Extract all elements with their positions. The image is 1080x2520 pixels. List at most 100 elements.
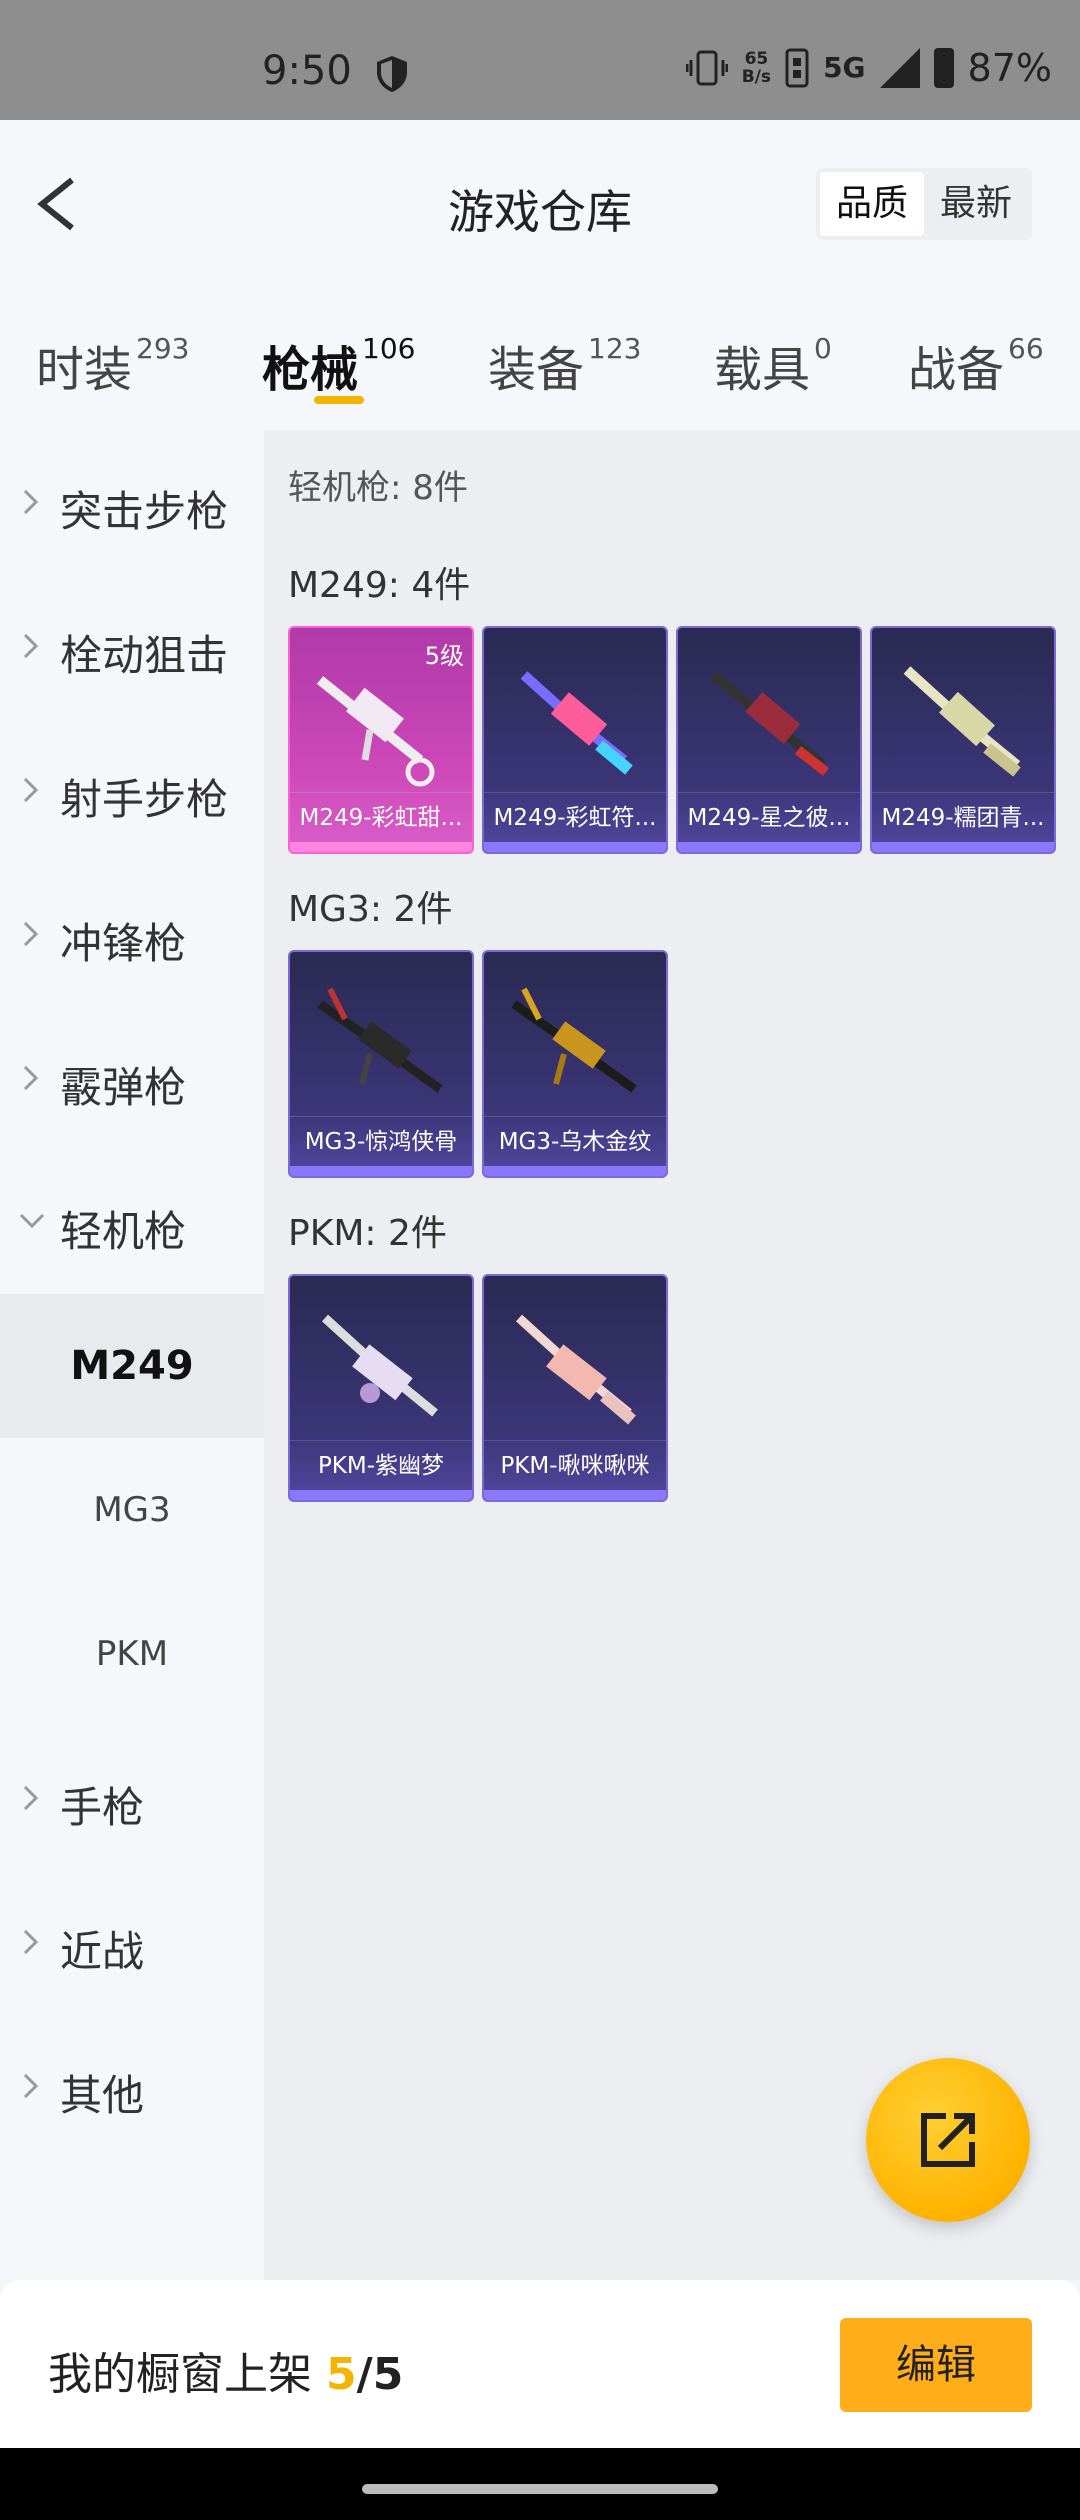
sidebar-item-bolt-sniper[interactable]: 栓动狙击 — [0, 574, 264, 718]
network-speed-unit: B/s — [741, 67, 772, 87]
sidebar-item-label: 栓动狙击 — [60, 631, 229, 680]
category-tabs: 时装 293 枪械 106 装备 123 载具 0 战备 66 — [0, 290, 1080, 430]
group-title: PKM: 2件 — [288, 1213, 447, 1254]
sidebar-item-shotgun[interactable]: 霰弹枪 — [0, 1006, 264, 1150]
chevron-right-icon — [23, 2073, 39, 2099]
sidebar-item-lmg[interactable]: 轻机枪 — [0, 1150, 264, 1294]
rarity-bar — [484, 1490, 666, 1500]
showcase-current: 5 — [326, 2349, 357, 2400]
item-name: M249-彩虹符... — [484, 792, 666, 842]
item-card[interactable]: PKM-紫幽梦 — [288, 1274, 474, 1502]
item-name: M249-星之彼... — [678, 792, 860, 842]
item-name: PKM-紫幽梦 — [290, 1440, 472, 1490]
status-bar: 9:50 65 B/s 5G 87% — [0, 0, 1080, 120]
rarity-bar — [484, 1166, 666, 1176]
sidebar-item-melee[interactable]: 近战 — [0, 1870, 264, 2014]
share-button[interactable] — [866, 2058, 1030, 2222]
item-name: M249-彩虹甜... — [290, 792, 472, 842]
sidebar: 突击步枪 栓动狙击 射手步枪 冲锋枪 霰弹枪 轻机枪 M249 MG3 PKM … — [0, 430, 264, 2280]
gun-skin-image — [709, 671, 830, 776]
item-name: M249-糯团青... — [872, 792, 1054, 842]
status-time: 9:50 — [262, 48, 352, 94]
showcase-total: 5 — [372, 2349, 404, 2400]
rarity-bar — [290, 1490, 472, 1500]
item-name: MG3-乌木金纹 — [484, 1116, 666, 1166]
sidebar-sub-m249[interactable]: M249 — [0, 1294, 264, 1438]
chevron-right-icon — [23, 1065, 39, 1091]
gun-skin-image — [515, 1314, 636, 1425]
sidebar-sub-mg3[interactable]: MG3 — [0, 1438, 264, 1582]
tab-combat-gear[interactable]: 战备 66 — [908, 330, 1044, 400]
group-title: MG3: 2件 — [288, 889, 453, 930]
item-card[interactable]: 5级 M249-彩虹甜... — [288, 626, 474, 854]
showcase-status: 我的橱窗上架 5/5 — [48, 2338, 403, 2402]
sidebar-item-label: 冲锋枪 — [60, 919, 187, 968]
item-card[interactable]: PKM-啾咪啾咪 — [482, 1274, 668, 1502]
sidebar-item-label: 近战 — [60, 1927, 145, 1976]
tab-fashion[interactable]: 时装 293 — [36, 330, 189, 400]
rarity-bar — [678, 842, 860, 852]
sidebar-item-label: 手枪 — [60, 1783, 145, 1832]
network-type: 5G — [823, 51, 866, 84]
sidebar-item-marksman-rifle[interactable]: 射手步枪 — [0, 718, 264, 862]
edit-button[interactable]: 编辑 — [840, 2318, 1032, 2412]
group-title: M249: 4件 — [288, 565, 471, 606]
tab-label: 战备 — [908, 342, 1005, 398]
sidebar-sub-pkm[interactable]: PKM — [0, 1582, 264, 1726]
sidebar-item-assault-rifle[interactable]: 突击步枪 — [0, 430, 264, 574]
item-card[interactable]: MG3-惊鸿侠骨 — [288, 950, 474, 1178]
header: 游戏仓库 品质 最新 — [0, 120, 1080, 290]
gun-skin-image — [903, 666, 1021, 777]
chevron-right-icon — [23, 1785, 39, 1811]
tab-label: 载具 — [714, 342, 811, 398]
home-indicator[interactable] — [362, 2484, 718, 2494]
tab-count: 66 — [1008, 332, 1044, 365]
chevron-down-icon — [19, 1213, 45, 1229]
section-summary: 轻机枪: 8件 — [288, 468, 468, 508]
gun-skin-image — [511, 987, 637, 1093]
showcase-separator: / — [356, 2349, 373, 2400]
battery-percent: 87% — [967, 46, 1052, 90]
sidebar-item-pistol[interactable]: 手枪 — [0, 1726, 264, 1870]
sim-icon — [785, 48, 809, 88]
item-name: MG3-惊鸿侠骨 — [290, 1116, 472, 1166]
chevron-right-icon — [23, 777, 39, 803]
sidebar-item-label: 突击步枪 — [60, 487, 229, 536]
sidebar-item-other[interactable]: 其他 — [0, 2014, 264, 2158]
system-nav-bar — [0, 2448, 1080, 2520]
status-icons: 65 B/s 5G 87% — [685, 46, 1052, 90]
item-card[interactable]: M249-彩虹符... — [482, 626, 668, 854]
gun-skin-image — [520, 671, 633, 775]
showcase-label: 我的橱窗上架 — [48, 2349, 312, 2400]
active-tab-indicator — [314, 396, 364, 404]
item-card[interactable]: M249-糯团青... — [870, 626, 1056, 854]
rarity-bar — [290, 842, 472, 852]
network-speed-value: 65 — [744, 49, 769, 69]
sidebar-item-label: 射手步枪 — [60, 775, 229, 824]
signal-icon — [879, 48, 920, 88]
sidebar-item-label: 其他 — [60, 2071, 145, 2120]
item-card[interactable]: MG3-乌木金纹 — [482, 950, 668, 1178]
tab-firearms[interactable]: 枪械 106 — [262, 330, 415, 400]
chevron-right-icon — [23, 921, 39, 947]
external-link-icon — [921, 2113, 975, 2167]
tab-label: 时装 — [36, 342, 133, 398]
rarity-bar — [872, 842, 1054, 852]
item-card[interactable]: M249-星之彼... — [676, 626, 862, 854]
tab-equipment[interactable]: 装备 123 — [488, 330, 641, 400]
sort-newest-button[interactable]: 最新 — [924, 172, 1028, 236]
item-content: 轻机枪: 8件 M249: 4件 5级 M249-彩虹甜... M249-彩虹符… — [264, 430, 1080, 2280]
chevron-right-icon — [23, 1929, 39, 1955]
sort-quality-button[interactable]: 品质 — [819, 172, 924, 236]
chevron-right-icon — [23, 633, 39, 659]
gun-skin-image — [321, 1314, 438, 1417]
chevron-right-icon — [23, 489, 39, 515]
tab-label: 枪械 — [262, 342, 359, 398]
rarity-bar — [290, 1166, 472, 1176]
sidebar-item-label: 轻机枪 — [60, 1207, 187, 1256]
sidebar-item-smg[interactable]: 冲锋枪 — [0, 862, 264, 1006]
shield-icon — [377, 56, 407, 92]
tab-count: 123 — [588, 332, 642, 365]
network-speed: 65 B/s — [742, 50, 771, 86]
tab-vehicles[interactable]: 载具 0 — [714, 330, 832, 400]
